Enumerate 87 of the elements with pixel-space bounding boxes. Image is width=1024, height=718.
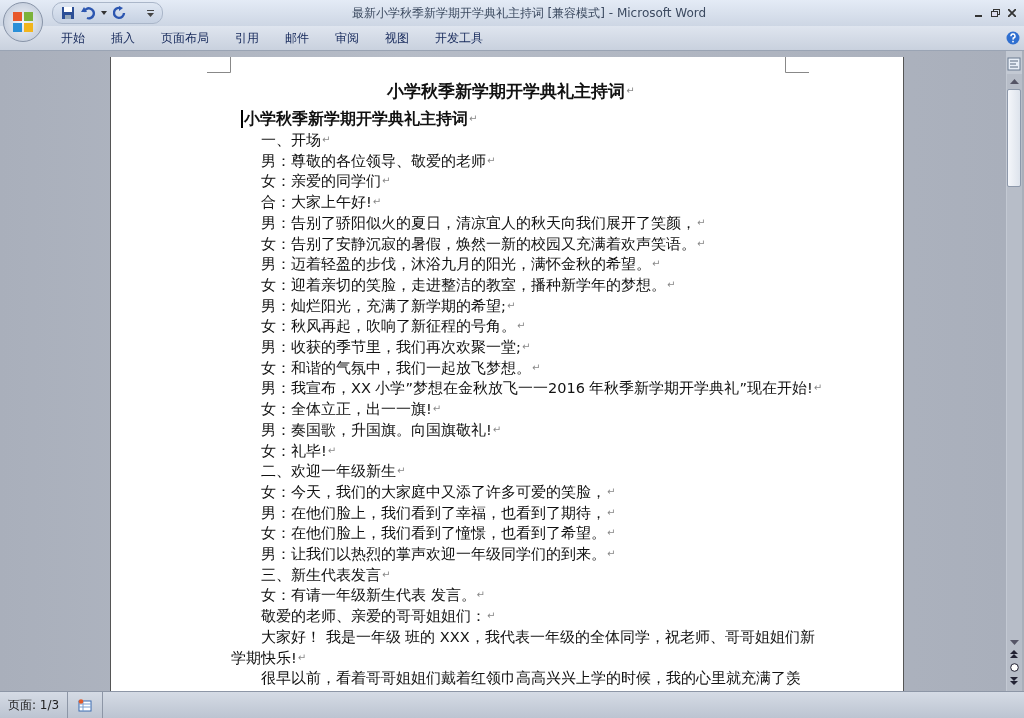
- paragraph-mark: ↵: [607, 526, 616, 541]
- paragraph-mark: ↵: [532, 360, 541, 375]
- paragraph-text: 很早以前，看着哥哥姐姐们戴着红领巾高高兴兴上学的时候，我的心里就充满了羡: [261, 669, 801, 689]
- ribbon-tab[interactable]: 邮件: [272, 27, 322, 49]
- paragraph-mark: ↵: [607, 484, 616, 499]
- customize-icon[interactable]: [147, 9, 154, 17]
- paragraph-text: 小学秋季新学期开学典礼主持词: [387, 80, 626, 103]
- paragraph-text: 男：迈着轻盈的步伐，沐浴九月的阳光，满怀金秋的希望。: [261, 255, 651, 275]
- ribbon-tab[interactable]: 开发工具: [422, 27, 496, 49]
- paragraph-mark: ↵: [626, 84, 635, 98]
- paragraph-mark: ↵: [372, 195, 382, 210]
- paragraph-mark: ↵: [652, 257, 661, 272]
- paragraph-text: 男：灿烂阳光，充满了新学期的希望;: [261, 296, 506, 316]
- paragraph-text: 女：秋风再起，吹响了新征程的号角。: [261, 317, 516, 337]
- ribbon-tab[interactable]: 引用: [222, 27, 272, 49]
- restore-icon[interactable]: [991, 9, 1000, 17]
- paragraph-text: 敬爱的老师、亲爱的哥哥姐姐们：: [261, 607, 486, 627]
- paragraph-mark: ↵: [607, 547, 616, 562]
- paragraph-mark: ↵: [521, 340, 531, 355]
- paragraph-mark: ↵: [297, 650, 307, 665]
- scroll-down-icon[interactable]: [1009, 640, 1019, 645]
- scroll-thumb[interactable]: [1007, 89, 1021, 187]
- crop-mark: [207, 57, 231, 73]
- ribbon-tab[interactable]: 页面布局: [148, 27, 222, 49]
- paragraph-text: 女：迎着亲切的笑脸，走进整洁的教室，播种新学年的梦想。: [261, 275, 666, 295]
- next-page-icon[interactable]: [1010, 677, 1018, 685]
- help-icon[interactable]: [1006, 31, 1020, 45]
- paragraph-mark: ↵: [697, 236, 706, 251]
- paragraph-mark: ↵: [382, 567, 391, 582]
- paragraph-mark: ↵: [476, 588, 485, 603]
- paragraph-text: 男：奏国歌，升国旗。向国旗敬礼!: [261, 420, 492, 440]
- paragraph-text: 男：尊敬的各位领导、敬爱的老师: [261, 151, 486, 171]
- page-counter[interactable]: 页面: 1/3: [0, 692, 69, 718]
- office-logo-icon: [10, 9, 36, 35]
- document-icon[interactable]: [78, 698, 93, 712]
- paragraph-mark: ↵: [487, 609, 496, 624]
- paragraph-text: 女：全体立正，出一一旗!: [261, 400, 432, 420]
- browse-object-icon[interactable]: [1009, 663, 1019, 672]
- office-button[interactable]: [3, 2, 43, 42]
- paragraph-text: 女：在他们脸上，我们看到了憧憬，也看到了希望。: [261, 524, 606, 544]
- ribbon-tab[interactable]: 视图: [372, 27, 422, 49]
- paragraph-text: 男：在他们脸上，我们看到了幸福，也看到了期待，: [261, 503, 606, 523]
- paragraph-mark: ↵: [813, 381, 823, 396]
- paragraph-text: 二、欢迎一年级新生: [261, 462, 396, 482]
- paragraph-mark: ↵: [492, 422, 502, 437]
- paragraph-mark: ↵: [517, 319, 526, 334]
- paragraph-mark: ↵: [607, 505, 616, 520]
- paragraph-mark: ↵: [506, 298, 516, 313]
- window-title: 最新小学秋季新学期开学典礼主持词 [兼容模式] - Microsoft Word: [350, 4, 708, 22]
- paragraph-mark: ↵: [397, 464, 406, 479]
- paragraph-text: 男：我宣布，XX 小学”梦想在金秋放飞一一2016 年秋季新学期开学典礼”现在开始!: [261, 379, 813, 399]
- paragraph-mark: ↵: [432, 402, 442, 417]
- text-cursor: [241, 110, 243, 128]
- caret-icon[interactable]: [101, 11, 107, 15]
- paragraph-text: 大家好！ 我是一年级 班的 XXX，我代表一年级的全体同学，祝老师、哥哥姐姐们新: [261, 627, 815, 647]
- undo-icon[interactable]: [81, 6, 95, 20]
- paragraph-text: 女：和谐的气氛中，我们一起放飞梦想。: [261, 358, 531, 378]
- paragraph-text: 男：让我们以热烈的掌声欢迎一年级同学们的到来。: [261, 545, 606, 565]
- ribbon-tab[interactable]: 插入: [98, 27, 148, 49]
- paragraph-text: 女：告别了安静沉寂的暑假，焕然一新的校园又充满着欢声笑语。: [261, 234, 696, 254]
- paragraph-text: 男：收获的季节里，我们再次欢聚一堂;: [261, 338, 521, 358]
- paragraph-text: 女：有请一年级新生代表 发言。: [261, 586, 476, 606]
- redo-icon[interactable]: [113, 6, 127, 20]
- ribbon-tab[interactable]: 审阅: [322, 27, 372, 49]
- paragraph-text: 学期快乐!: [231, 648, 297, 668]
- paragraph-text: 三、新生代表发言: [261, 565, 381, 585]
- paragraph-mark: ↵: [667, 277, 676, 292]
- paragraph-text: 小学秋季新学期开学典礼主持词: [244, 108, 468, 130]
- save-icon[interactable]: [61, 6, 75, 20]
- paragraph-mark: ↵: [469, 112, 478, 126]
- ribbon-tab[interactable]: 开始: [48, 27, 98, 49]
- paragraph-mark: ↵: [382, 174, 391, 189]
- scroll-up-icon[interactable]: [1009, 79, 1019, 84]
- paragraph-mark: ↵: [327, 443, 337, 458]
- paragraph-mark: ↵: [322, 133, 331, 147]
- paragraph-text: 女：亲爱的同学们: [261, 172, 381, 192]
- paragraph-text: 一、开场: [261, 131, 321, 150]
- paragraph-text: 女：礼毕!: [261, 441, 327, 461]
- paragraph-text: 男：告别了骄阳似火的夏日，清凉宜人的秋天向我们展开了笑颜，: [261, 213, 696, 233]
- paragraph-text: 女：今天，我们的大家庭中又添了许多可爱的笑脸，: [261, 482, 606, 502]
- paragraph-text: 合：大家上午好!: [261, 193, 372, 213]
- scrollbar[interactable]: [1006, 74, 1022, 691]
- paragraph-mark: ↵: [487, 153, 496, 168]
- paragraph-mark: ↵: [697, 215, 706, 230]
- previous-page-icon[interactable]: [1010, 650, 1018, 658]
- close-icon[interactable]: [1008, 9, 1016, 17]
- crop-mark: [785, 57, 809, 73]
